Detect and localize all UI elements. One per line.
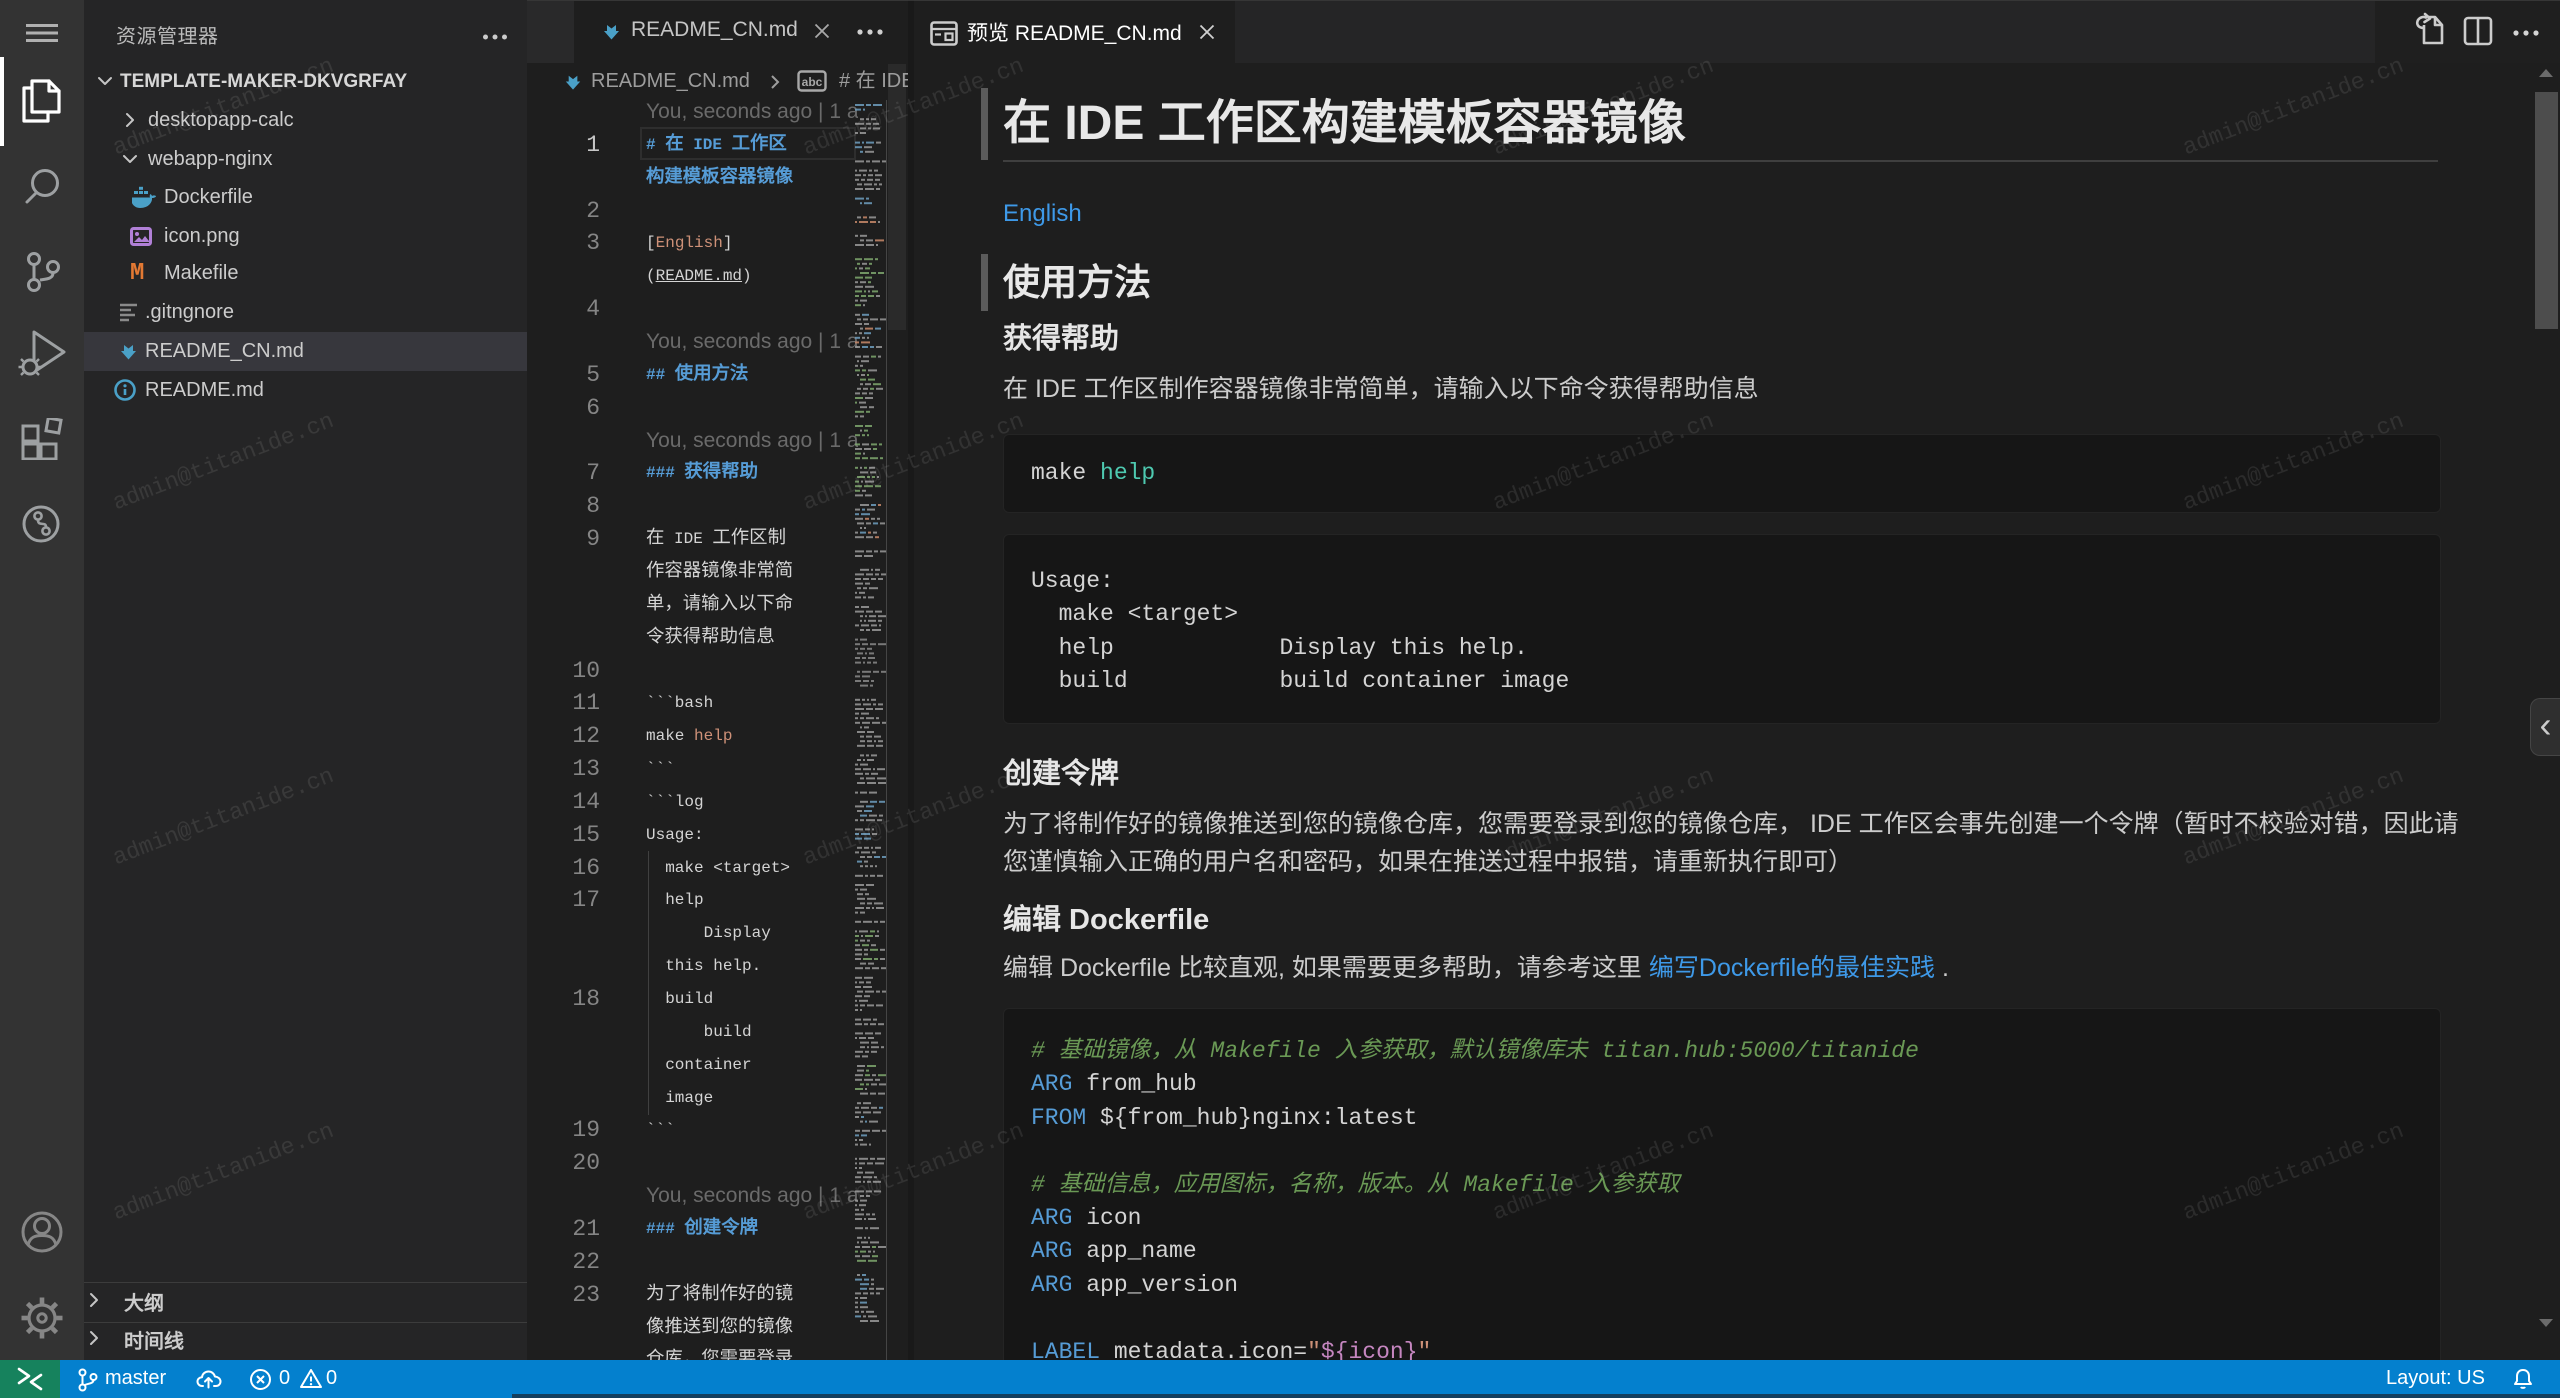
svg-text:abc: abc [802,75,823,89]
